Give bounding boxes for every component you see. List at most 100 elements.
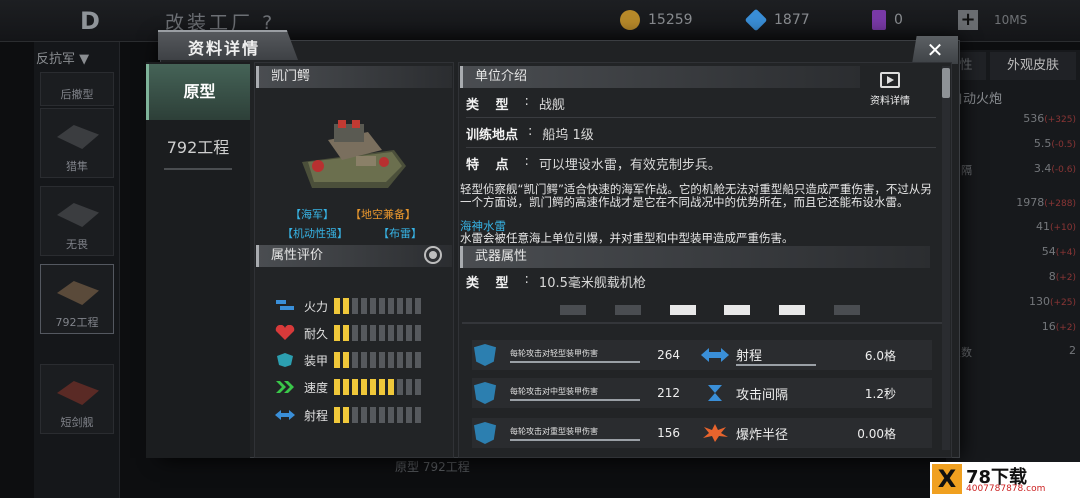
level-bar (352, 325, 358, 341)
level-bar (361, 352, 367, 368)
tag-mobility: 【机动性强】 (282, 227, 348, 240)
intro-header: 单位介绍 (460, 66, 860, 88)
add-resource-button[interactable]: + (958, 10, 978, 30)
weapon-type: 类 型:10.5毫米舰载机枪 (466, 272, 646, 291)
weapon-heading: 自动火炮 (950, 92, 1003, 107)
list-item[interactable]: 猎隼 (40, 108, 114, 178)
level-bar (370, 325, 376, 341)
stat-row: 点数 2 (950, 344, 1076, 359)
armor-icon (277, 353, 293, 367)
gold-resource: 15259 (620, 10, 693, 30)
helicopter-icon (669, 305, 696, 315)
plane-heavy-icon (614, 305, 641, 315)
level-bar (397, 298, 403, 314)
level-bar (388, 325, 394, 341)
level-bar (361, 298, 367, 314)
level-bar (415, 298, 421, 314)
list-item[interactable]: 无畏 (40, 186, 114, 256)
level-bar (343, 298, 349, 314)
watermark-url: 4007787878.com (966, 484, 1046, 494)
level-bar (352, 379, 358, 395)
modal-title: 资料详情 (158, 30, 298, 60)
network-latency: 10MS (994, 13, 1028, 27)
heart-icon (275, 325, 295, 340)
level-bar (343, 325, 349, 341)
stat-row: 5.5(-0.5) (1033, 137, 1076, 150)
card-resource: 0 (872, 10, 903, 30)
ship-image (302, 120, 406, 188)
stat-row: 16(+2) (1041, 320, 1076, 333)
level-bar (361, 379, 367, 395)
level-bar (352, 298, 358, 314)
damage-row-heavy: 每轮攻击对重型装甲伤害 156 爆炸半径 0.00格 (472, 418, 932, 448)
attr-armor: 装甲 (274, 350, 421, 370)
ship-icon (779, 305, 806, 315)
level-bar (361, 325, 367, 341)
level-bar (334, 379, 340, 395)
level-bar (361, 407, 367, 423)
divider (466, 117, 936, 118)
level-bar (370, 379, 376, 395)
divider (466, 147, 936, 148)
level-bar (406, 298, 412, 314)
unit-description: 轻型侦察舰“凯门鳄”适合快速的海军作战。它的机舱无法对重型船只造成严重伤害，不过… (460, 182, 932, 209)
attr-durability: 耐久 (274, 323, 421, 343)
scrollbar[interactable] (942, 66, 950, 450)
speed-icon (276, 381, 294, 393)
level-bar (388, 352, 394, 368)
info-type: 类 型: 战舰 (466, 94, 565, 113)
level-bar (379, 352, 385, 368)
bottom-label: 原型 792工程 (395, 460, 470, 474)
medium-armor-icon (474, 382, 496, 404)
level-bar (352, 407, 358, 423)
diamond-icon (744, 8, 768, 32)
play-icon (880, 72, 900, 88)
tag-navy: 【海军】 (290, 208, 334, 221)
tab-792[interactable]: 792工程 (164, 126, 232, 170)
back-button[interactable]: D (62, 6, 118, 36)
level-bar (415, 407, 421, 423)
level-bar (379, 325, 385, 341)
level-bar (379, 298, 385, 314)
plane-light-icon (560, 305, 586, 315)
faction-dropdown[interactable]: 反抗军 ▼ (36, 48, 89, 67)
explosion-icon (703, 424, 728, 442)
list-item[interactable]: 短剑舰 (40, 364, 114, 434)
level-bar (397, 325, 403, 341)
stat-row: 41(+10) (1035, 220, 1076, 233)
attr-header: 属性评价 (256, 245, 452, 267)
tab-skins[interactable]: 外观皮肤 (990, 52, 1076, 80)
level-bar (388, 379, 394, 395)
level-bar (406, 352, 412, 368)
tank-icon (724, 305, 751, 315)
tag-mines: 【布雷】 (378, 227, 422, 240)
hourglass-icon (708, 385, 722, 401)
firepower-icon (276, 300, 294, 310)
range-arrow-icon (701, 348, 729, 362)
tab-prototype[interactable]: 原型 (146, 64, 250, 120)
card-icon (872, 10, 886, 30)
list-item[interactable]: 792工程 (40, 264, 114, 334)
list-item[interactable]: 后撤型 (40, 72, 114, 106)
refresh-icon[interactable] (424, 246, 442, 264)
damage-row-medium: 每轮攻击对中型装甲伤害 212 攻击间隔 1.2秒 (472, 378, 932, 408)
level-bar (379, 407, 385, 423)
divider (462, 322, 948, 324)
scroll-thumb[interactable] (942, 68, 950, 98)
level-bar (415, 325, 421, 341)
stat-row: 130(+25) (1028, 295, 1076, 308)
info-feature: 特 点: 可以埋设水雷，有效克制步兵。 (466, 154, 721, 173)
level-bar (415, 379, 421, 395)
submarine-icon (833, 305, 860, 315)
level-bar (379, 379, 385, 395)
detail-video-button[interactable]: 资料详情 (862, 72, 918, 112)
stat-row: 8(+2) (1048, 270, 1076, 283)
skill-description: 水雷会被任意海上单位引爆，并对重型和中型装甲造成严重伤害。 (460, 231, 794, 245)
level-bar (343, 407, 349, 423)
level-bar (352, 352, 358, 368)
level-bar (343, 379, 349, 395)
level-bar (388, 298, 394, 314)
side-tabs: 原型 792工程 (146, 62, 250, 458)
range-icon (275, 410, 295, 420)
close-button[interactable]: ✕ (912, 36, 958, 64)
